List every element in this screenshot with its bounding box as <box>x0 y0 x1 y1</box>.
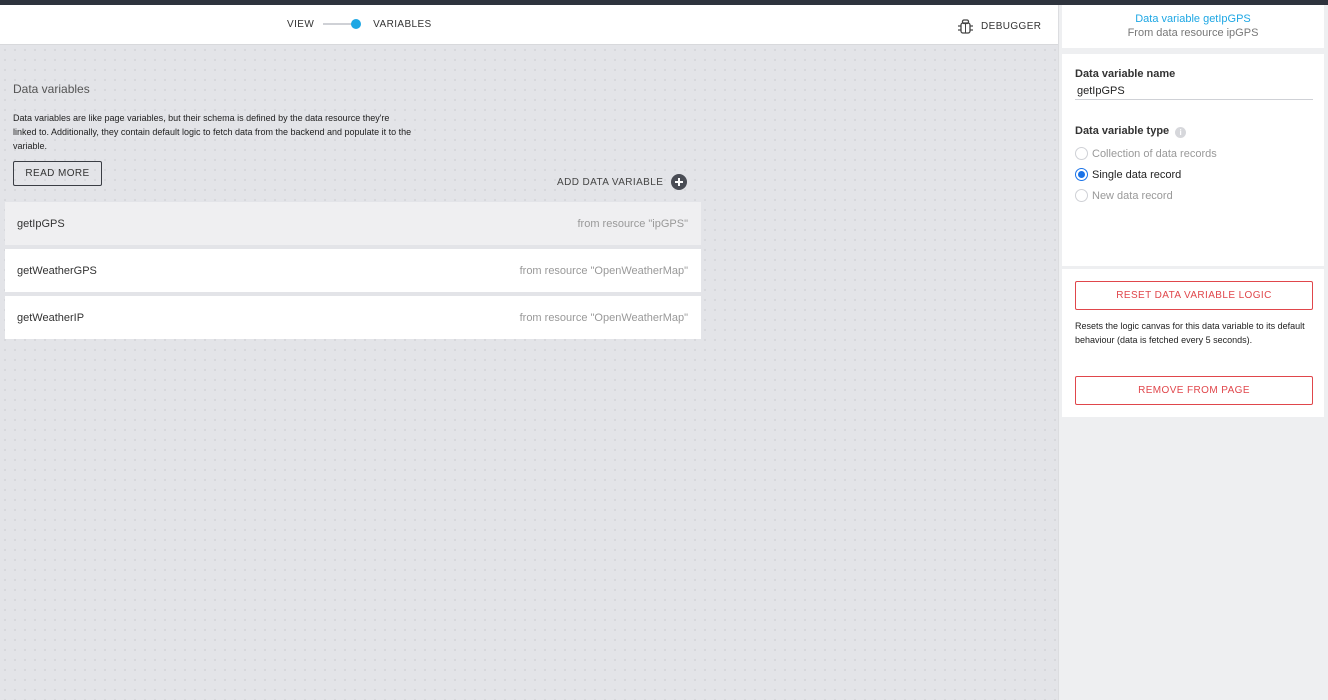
panel-title: Data variable getIpGPS <box>1135 13 1251 25</box>
radio-button[interactable] <box>1075 147 1088 160</box>
view-variables-toggle[interactable]: VIEW VARIABLES <box>287 17 432 31</box>
panel-header: Data variable getIpGPS From data resourc… <box>1062 5 1324 48</box>
type-field-label-text: Data variable type <box>1075 125 1170 137</box>
name-field-label: Data variable name <box>1075 68 1176 80</box>
type-option-label: Single data record <box>1092 168 1182 181</box>
type-option-single[interactable]: Single data record <box>1075 168 1181 181</box>
variable-name-input[interactable] <box>1075 82 1313 100</box>
add-data-variable-button[interactable]: ADD DATA VARIABLE <box>557 174 688 190</box>
variable-resource: from resource "OpenWeatherMap" <box>519 264 688 277</box>
type-option-new[interactable]: New data record <box>1075 189 1173 202</box>
variable-name: getWeatherGPS <box>17 264 97 277</box>
radio-button[interactable] <box>1075 168 1088 181</box>
type-option-collection[interactable]: Collection of data records <box>1075 147 1217 160</box>
debugger-button[interactable]: DEBUGGER <box>957 19 1041 34</box>
panel-subtitle: From data resource ipGPS <box>1127 27 1259 39</box>
bug-icon <box>958 19 973 34</box>
list-item[interactable]: getWeatherIP from resource "OpenWeatherM… <box>5 296 701 339</box>
section-title: Data variables <box>13 82 90 96</box>
data-variable-list: getIpGPS from resource "ipGPS" getWeathe… <box>5 202 701 343</box>
editor-header: VIEW VARIABLES DEBUGGER <box>0 5 1058 45</box>
reset-logic-button[interactable]: RESET DATA VARIABLE LOGIC <box>1075 281 1313 310</box>
variable-name: getIpGPS <box>17 217 65 230</box>
variable-actions-card: RESET DATA VARIABLE LOGIC Resets the log… <box>1062 269 1324 417</box>
toggle-variables-label[interactable]: VARIABLES <box>373 19 431 30</box>
main-canvas: VIEW VARIABLES DEBUGGER Data variables D… <box>0 5 1058 700</box>
toggle-view-label[interactable]: VIEW <box>287 19 314 30</box>
read-more-button[interactable]: READ MORE <box>13 161 102 186</box>
list-item[interactable]: getWeatherGPS from resource "OpenWeather… <box>5 249 701 292</box>
variable-resource: from resource "ipGPS" <box>577 217 688 230</box>
add-data-variable-label[interactable]: ADD DATA VARIABLE <box>557 177 663 188</box>
toggle-track[interactable] <box>323 19 362 29</box>
variable-resource: from resource "OpenWeatherMap" <box>519 311 688 324</box>
variable-name: getWeatherIP <box>17 311 85 324</box>
list-item[interactable]: getIpGPS from resource "ipGPS" <box>5 202 701 245</box>
properties-panel: Data variable getIpGPS From data resourc… <box>1058 5 1328 700</box>
debugger-label: DEBUGGER <box>981 21 1042 32</box>
remove-from-page-button[interactable]: REMOVE FROM PAGE <box>1075 376 1313 405</box>
type-option-label: Collection of data records <box>1092 147 1217 160</box>
type-option-label: New data record <box>1092 189 1173 202</box>
info-icon[interactable]: i <box>1175 127 1187 138</box>
variable-settings-card: Data variable name Data variable type i C… <box>1062 54 1324 266</box>
reset-description: Resets the logic canvas for this data va… <box>1075 321 1305 345</box>
plus-icon[interactable] <box>671 174 688 190</box>
radio-button[interactable] <box>1075 189 1088 202</box>
section-description: Data variables are like page variables, … <box>13 113 412 151</box>
type-field-label: Data variable type i <box>1075 125 1187 138</box>
toggle-knob[interactable] <box>351 19 362 29</box>
